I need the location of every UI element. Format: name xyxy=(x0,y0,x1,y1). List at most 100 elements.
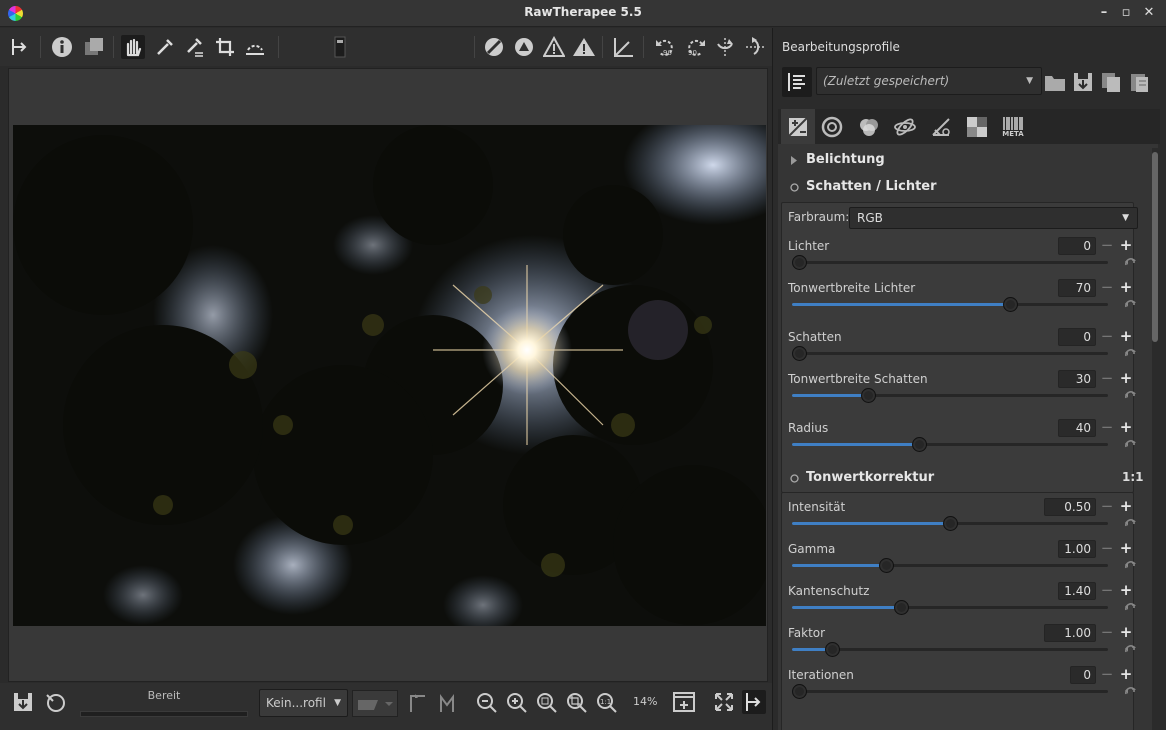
new-detail-window-icon[interactable] xyxy=(672,690,696,714)
increment-button[interactable]: + xyxy=(1119,625,1133,640)
zoom-fit-crop-icon[interactable] xyxy=(565,691,589,715)
send-to-queue-icon[interactable] xyxy=(43,690,67,714)
raw-tab-icon[interactable] xyxy=(963,113,991,141)
maximize-button[interactable]: ▫ xyxy=(1117,4,1135,22)
slider-value-input[interactable]: 0 xyxy=(1058,237,1096,255)
slider-track[interactable] xyxy=(792,600,1108,615)
info-icon[interactable] xyxy=(50,35,74,59)
section-toggle-icon[interactable] xyxy=(790,183,799,192)
paste-profile-icon[interactable] xyxy=(1127,70,1151,94)
profile-select[interactable]: (Zuletzt gespeichert) ▼ xyxy=(816,67,1042,95)
profile-list-icon[interactable] xyxy=(782,67,812,97)
reset-icon[interactable] xyxy=(1124,439,1136,449)
reset-icon[interactable] xyxy=(1124,686,1136,696)
save-image-icon[interactable] xyxy=(11,690,35,714)
decrement-button[interactable]: − xyxy=(1100,420,1114,435)
transform-tab-icon[interactable] xyxy=(927,113,955,141)
slider-track[interactable] xyxy=(792,437,1108,452)
increment-button[interactable]: + xyxy=(1119,371,1133,386)
right-panel-toggle-icon[interactable] xyxy=(742,690,766,714)
lock-monitor-icon[interactable] xyxy=(436,691,460,715)
slider-track[interactable] xyxy=(792,516,1108,531)
flip-vertical-icon[interactable] xyxy=(713,35,737,59)
rotate-left-icon[interactable]: 90 xyxy=(654,35,678,59)
rotate-right-icon[interactable]: 90 xyxy=(683,35,707,59)
straighten-icon[interactable] xyxy=(243,35,267,59)
slider-value-input[interactable]: 0 xyxy=(1070,666,1096,684)
decrement-button[interactable]: − xyxy=(1100,625,1114,640)
section-toggle-icon[interactable] xyxy=(790,474,799,483)
slider-handle[interactable] xyxy=(943,516,958,531)
decrement-button[interactable]: − xyxy=(1100,667,1114,682)
focus-mask-icon[interactable] xyxy=(482,35,506,59)
minimize-button[interactable]: – xyxy=(1095,4,1113,22)
decrement-button[interactable]: − xyxy=(1100,541,1114,556)
hand-icon[interactable] xyxy=(121,35,145,59)
slider-value-input[interactable]: 1.40 xyxy=(1058,582,1096,600)
increment-button[interactable]: + xyxy=(1119,329,1133,344)
advanced-tab-icon[interactable] xyxy=(891,113,919,141)
preview-image[interactable] xyxy=(13,125,766,626)
farbraum-select[interactable]: RGB ▼ xyxy=(849,207,1138,229)
slider-value-input[interactable]: 1.00 xyxy=(1058,540,1096,558)
slider-value-input[interactable]: 0 xyxy=(1058,328,1096,346)
increment-button[interactable]: + xyxy=(1119,499,1133,514)
decrement-button[interactable]: − xyxy=(1100,329,1114,344)
slider-handle[interactable] xyxy=(879,558,894,573)
gamut-warning-icon[interactable] xyxy=(405,691,429,715)
slider-value-input[interactable]: 1.00 xyxy=(1044,624,1096,642)
reset-icon[interactable] xyxy=(1124,390,1136,400)
slider-handle[interactable] xyxy=(792,346,807,361)
before-after-icon[interactable] xyxy=(82,35,106,59)
open-profile-icon[interactable] xyxy=(1043,70,1067,94)
increment-button[interactable]: + xyxy=(1119,238,1133,253)
detail-tab-icon[interactable] xyxy=(818,113,846,141)
profile-combo-bottom[interactable]: Kein...rofil ▼ xyxy=(259,689,348,717)
close-button[interactable]: ✕ xyxy=(1140,4,1158,22)
slider-handle[interactable] xyxy=(792,684,807,699)
reset-icon[interactable] xyxy=(1124,299,1136,309)
save-profile-icon[interactable] xyxy=(1071,70,1095,94)
slider-track[interactable] xyxy=(792,346,1108,361)
history-panel-toggle-icon[interactable] xyxy=(9,35,33,59)
highlight-warning-icon[interactable] xyxy=(542,35,566,59)
decrement-button[interactable]: − xyxy=(1100,499,1114,514)
slider-value-input[interactable]: 70 xyxy=(1058,279,1096,297)
slider-track[interactable] xyxy=(792,297,1108,312)
reset-icon[interactable] xyxy=(1124,518,1136,528)
exposure-tab-icon[interactable] xyxy=(781,109,815,144)
slider-track[interactable] xyxy=(792,684,1108,699)
soft-proof-button[interactable] xyxy=(352,690,398,717)
slider-value-input[interactable]: 30 xyxy=(1058,370,1096,388)
section-tonwertkorrektur[interactable]: Tonwertkorrektur xyxy=(806,470,934,485)
section-schatten-lichter[interactable]: Schatten / Lichter xyxy=(806,179,937,194)
increment-button[interactable]: + xyxy=(1119,420,1133,435)
increment-button[interactable]: + xyxy=(1119,541,1133,556)
decrement-button[interactable]: − xyxy=(1100,280,1114,295)
tool-panel-scroll[interactable]: Belichtung Schatten / Lichter Farbraum: … xyxy=(778,144,1158,730)
slider-value-input[interactable]: 0.50 xyxy=(1044,498,1096,516)
zoom-out-icon[interactable] xyxy=(475,691,499,715)
slider-handle[interactable] xyxy=(1003,297,1018,312)
slider-value-input[interactable]: 40 xyxy=(1058,419,1096,437)
reset-icon[interactable] xyxy=(1124,348,1136,358)
slider-handle[interactable] xyxy=(912,437,927,452)
section-belichtung[interactable]: Belichtung xyxy=(806,152,885,167)
slider-track[interactable] xyxy=(792,388,1108,403)
flip-horizontal-icon[interactable] xyxy=(743,35,767,59)
increment-button[interactable]: + xyxy=(1119,280,1133,295)
increment-button[interactable]: + xyxy=(1119,667,1133,682)
slider-handle[interactable] xyxy=(792,255,807,270)
fullscreen-icon[interactable] xyxy=(712,690,736,714)
preview-mode-icon[interactable] xyxy=(332,35,348,59)
zoom-in-icon[interactable] xyxy=(505,691,529,715)
slider-handle[interactable] xyxy=(825,642,840,657)
reset-icon[interactable] xyxy=(1124,257,1136,267)
decrement-button[interactable]: − xyxy=(1100,371,1114,386)
crop-icon[interactable] xyxy=(213,35,237,59)
zoom-fit-icon[interactable] xyxy=(535,691,559,715)
metadata-tab-icon[interactable]: META xyxy=(999,113,1027,141)
copy-profile-icon[interactable] xyxy=(1099,70,1123,94)
white-balance-picker-icon[interactable] xyxy=(183,35,207,59)
slider-track[interactable] xyxy=(792,642,1108,657)
